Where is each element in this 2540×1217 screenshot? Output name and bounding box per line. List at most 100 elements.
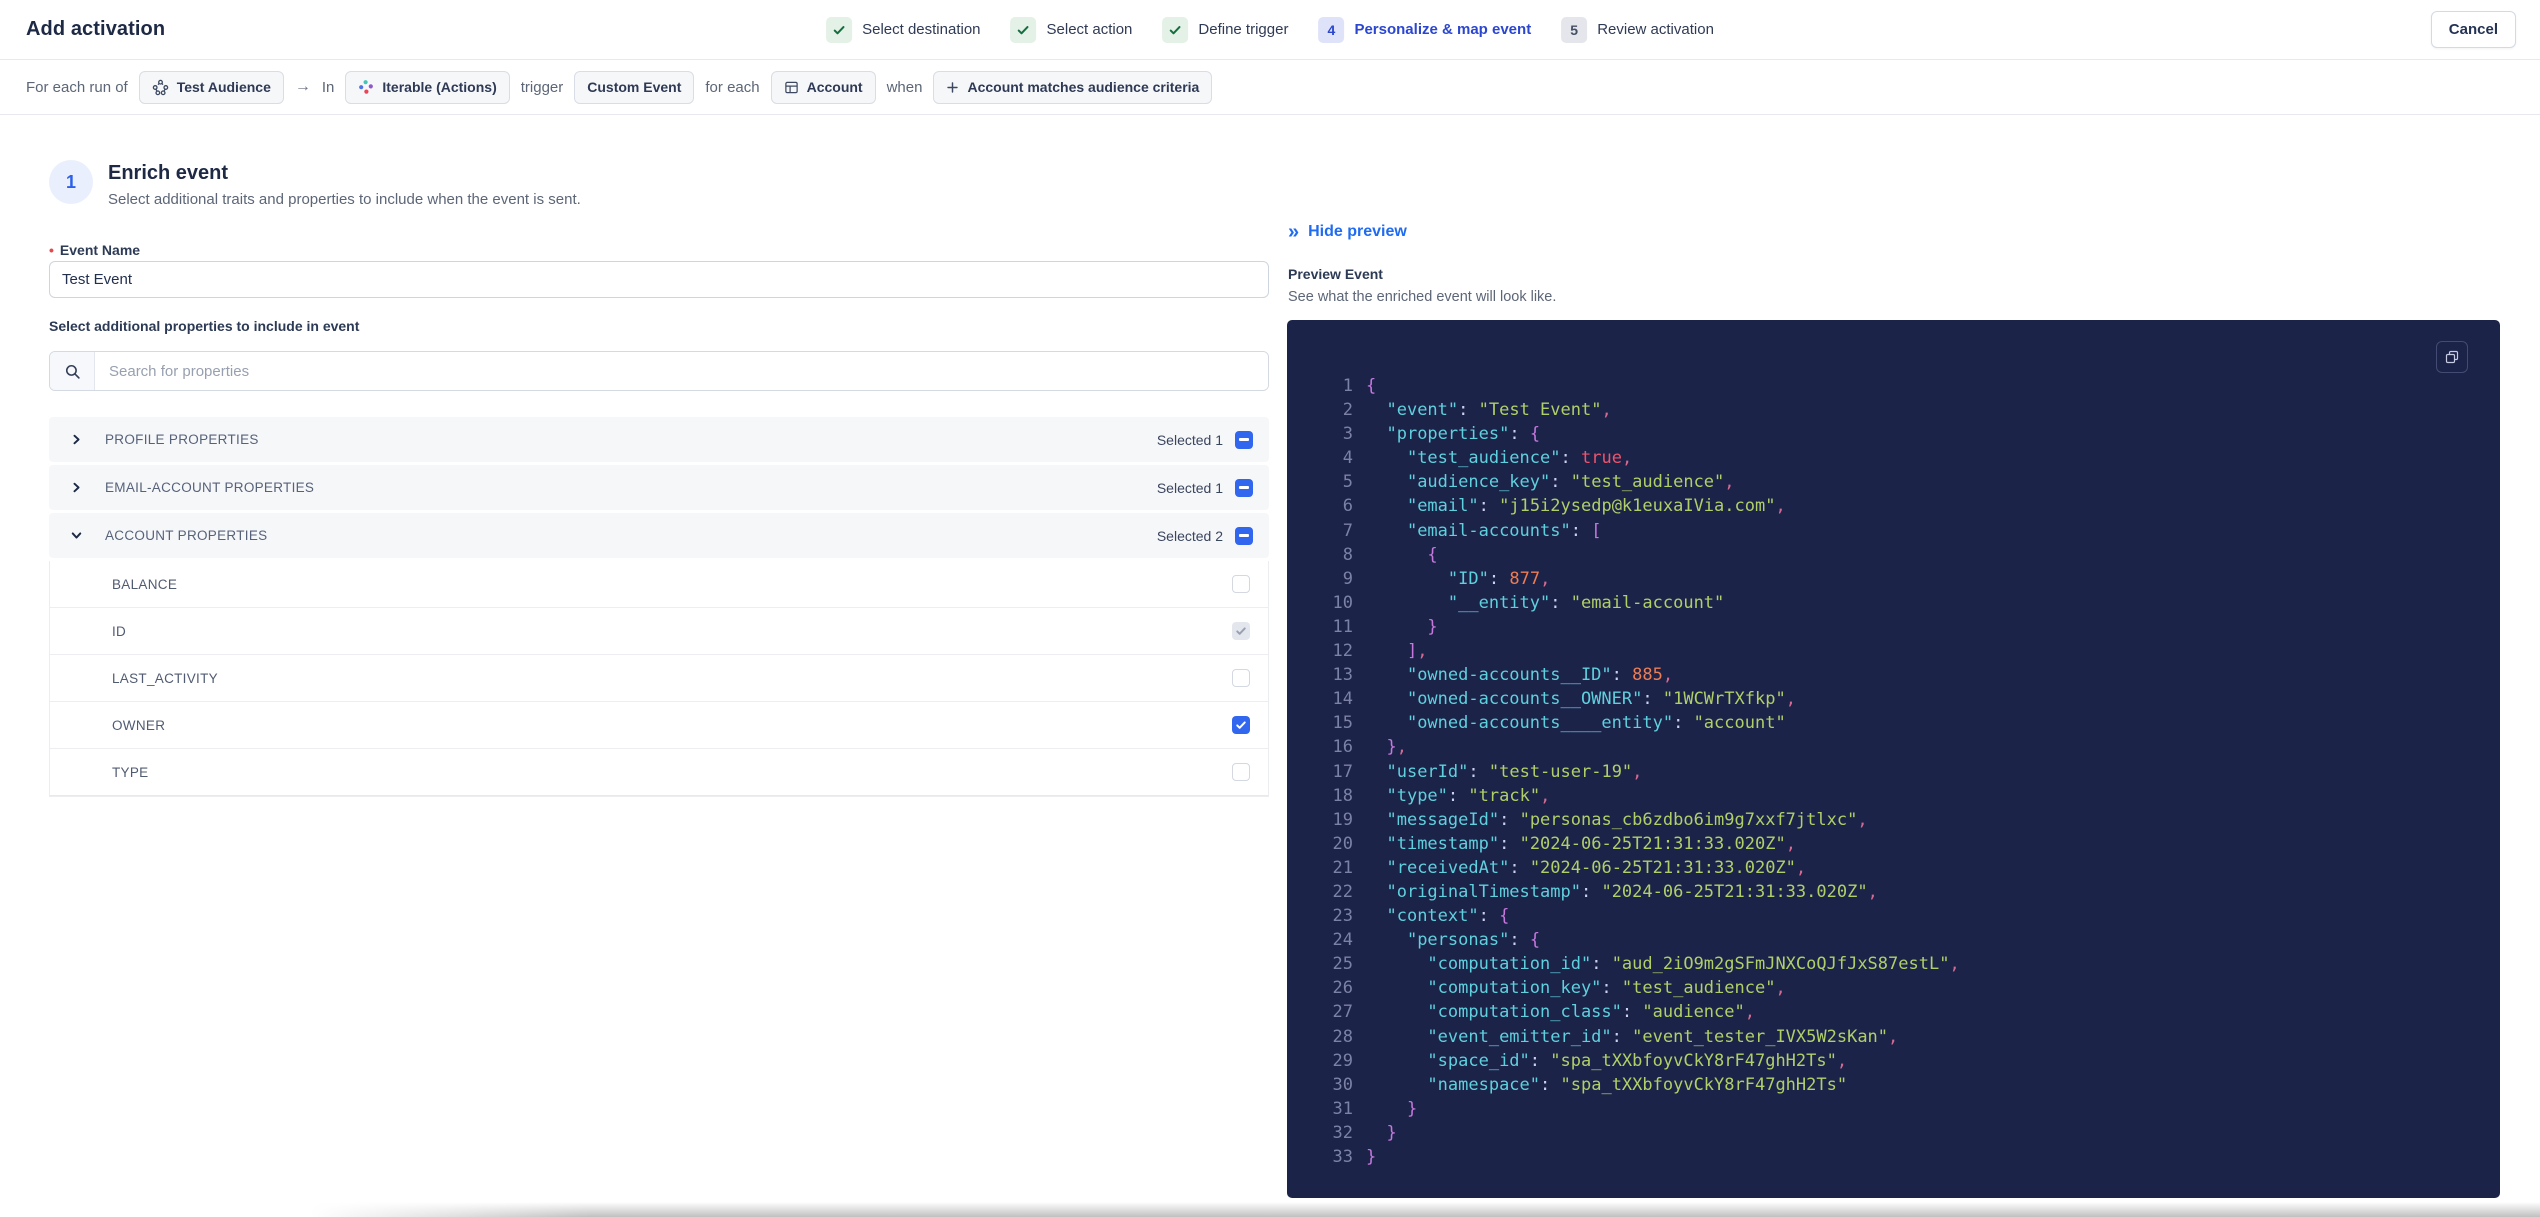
property-checkbox[interactable] [1232, 669, 1250, 687]
chip-account[interactable]: Account [770, 70, 876, 104]
copy-button[interactable] [2436, 341, 2468, 373]
code-line: 6 "email": "j15i2ysedp@k1euxaIVia.com", [1327, 494, 2484, 518]
trigger-summary-bar: For each run of Test Audience → In Iterable … [0, 60, 2540, 115]
page-title: Add activation [26, 18, 166, 40]
line-number: 25 [1332, 954, 1353, 975]
line-content: "audience_key": "test_audience", [1406, 472, 1735, 493]
section-title: Enrich event [108, 162, 229, 184]
event-preview-code: 1{2 "event": "Test Event", 3 "properties"… [1287, 320, 2500, 1198]
line-number: 15 [1332, 713, 1353, 734]
line-content: "email-accounts": [ [1406, 520, 1602, 541]
property-row-balance[interactable]: BALANCE [50, 561, 1268, 608]
stepper-step-select-action[interactable]: Select action [1010, 16, 1132, 43]
chip-account-matches-audience-criteria[interactable]: Account matches audience criteria [933, 70, 1213, 104]
line-content: "personas": { [1406, 930, 1541, 951]
event-name-input[interactable] [49, 261, 1269, 298]
code-line: 2 "event": "Test Event", [1327, 398, 2484, 422]
property-label: TYPE [112, 764, 149, 780]
property-checkbox[interactable] [1232, 716, 1250, 734]
code-line: 30 "namespace": "spa_tXXbfoyvCkY8rF47ghH… [1327, 1073, 2484, 1097]
property-search [49, 351, 1269, 391]
code-line: 4 "test_audience": true, [1327, 446, 2484, 470]
step-label: Select destination [862, 21, 981, 38]
chip-label: Custom Event [587, 79, 682, 95]
group-select-checkbox[interactable] [1235, 478, 1253, 497]
property-row-type[interactable]: TYPE [50, 749, 1268, 796]
top-bar: Add activation Select destination Select … [0, 0, 2540, 60]
code-line: 32 } [1327, 1121, 2484, 1145]
property-checkbox[interactable] [1232, 763, 1250, 781]
step-label: Define trigger [1198, 21, 1289, 38]
line-content: "space_id": "spa_tXXbfoyvCkY8rF47ghH2Ts"… [1427, 1050, 1848, 1071]
group-select-checkbox[interactable] [1235, 526, 1253, 545]
chevron-down-icon [71, 530, 93, 541]
property-row-id[interactable]: ID [50, 608, 1268, 655]
property-row-last-activity[interactable]: LAST_ACTIVITY [50, 655, 1268, 702]
property-checkbox[interactable] [1232, 622, 1250, 640]
line-number: 21 [1332, 857, 1353, 878]
properties-section-label: Select additional properties to include … [49, 318, 360, 334]
stepper-step-review-activation[interactable]: 5 Review activation [1561, 16, 1714, 43]
iterable-logo-icon [358, 79, 374, 95]
search-icon [50, 352, 95, 390]
hide-preview-label: Hide preview [1308, 223, 1407, 240]
arrow-right-icon: → [294, 78, 311, 95]
trigger-bar-text: when [886, 78, 923, 96]
code-line: 15 "owned-accounts____entity": "account" [1327, 711, 2484, 735]
group-select-checkbox[interactable] [1235, 430, 1253, 449]
step-number: 4 [1318, 16, 1345, 43]
selected-count: Selected 2 [1156, 527, 1223, 544]
stepper-step-select-destination[interactable]: Select destination [826, 16, 981, 43]
code-line: 27 "computation_class": "audience", [1327, 1000, 2484, 1024]
chip-label: Test Audience [176, 79, 271, 95]
line-content: "receivedAt": "2024-06-25T21:31:33.020Z"… [1386, 857, 1807, 878]
line-number: 2 [1342, 400, 1353, 421]
code-line: 18 "type": "track", [1327, 784, 2484, 808]
code-line: 25 "computation_id": "aud_2iO9m2gSFmJNXC… [1327, 952, 2484, 976]
step-number: 5 [1561, 16, 1588, 43]
line-number: 28 [1332, 1026, 1353, 1047]
stepper-step-personalize-map-event[interactable]: 4 Personalize & map event [1318, 16, 1531, 43]
hide-preview-link[interactable]: » Hide preview [1288, 221, 1407, 243]
property-group-header-email-account-properties[interactable]: EMAIL-ACCOUNT PROPERTIES Selected 1 [49, 465, 1269, 510]
group-selection-summary: Selected 1 [1156, 478, 1253, 497]
code-line: 5 "audience_key": "test_audience", [1327, 470, 2484, 494]
line-content: { [1366, 376, 1377, 396]
line-number: 17 [1332, 761, 1353, 782]
property-group-label: EMAIL-ACCOUNT PROPERTIES [105, 480, 315, 495]
line-content: "test_audience": true, [1406, 448, 1633, 469]
code-line: 20 "timestamp": "2024-06-25T21:31:33.020… [1327, 832, 2484, 856]
property-label: OWNER [112, 717, 166, 733]
property-checkbox[interactable] [1232, 575, 1250, 593]
selected-count: Selected 1 [1156, 431, 1223, 448]
copy-icon [2445, 350, 2459, 364]
selected-count: Selected 1 [1156, 479, 1223, 496]
line-number: 10 [1332, 592, 1353, 613]
chip-test-audience[interactable]: Test Audience [138, 70, 284, 104]
double-chevron-right-icon: » [1288, 221, 1300, 243]
line-number: 33 [1332, 1147, 1353, 1167]
property-group-header-profile-properties[interactable]: PROFILE PROPERTIES Selected 1 [49, 417, 1269, 462]
trigger-bar-text: For each run of [26, 78, 128, 96]
trigger-bar-text: for each [705, 78, 760, 96]
cancel-button[interactable]: Cancel [2430, 11, 2516, 48]
property-label: LAST_ACTIVITY [112, 670, 218, 686]
property-row-owner[interactable]: OWNER [50, 702, 1268, 749]
code-line: 14 "owned-accounts__OWNER": "1WCWrTXfkp"… [1327, 687, 2484, 711]
line-content: "__entity": "email-account" [1447, 592, 1725, 613]
line-content: "ID": 877, [1447, 568, 1551, 589]
line-number: 11 [1332, 616, 1353, 637]
chip-iterable-actions[interactable]: Iterable (Actions) [345, 70, 510, 104]
code-lines: 1{2 "event": "Test Event", 3 "properties"… [1327, 374, 2484, 1169]
line-content: } [1386, 1122, 1397, 1143]
line-number: 7 [1342, 520, 1353, 541]
stepper-step-define-trigger[interactable]: Define trigger [1162, 16, 1289, 43]
line-content: "computation_key": "test_audience", [1427, 978, 1786, 999]
property-group-header-account-properties[interactable]: ACCOUNT PROPERTIES Selected 2 [49, 513, 1269, 558]
chip-custom-event[interactable]: Custom Event [574, 70, 695, 104]
chip-label: Account [806, 79, 863, 95]
audience-icon [152, 79, 169, 96]
property-search-input[interactable] [95, 352, 1268, 390]
code-line: 7 "email-accounts": [ [1327, 519, 2484, 543]
line-number: 1 [1342, 376, 1353, 396]
